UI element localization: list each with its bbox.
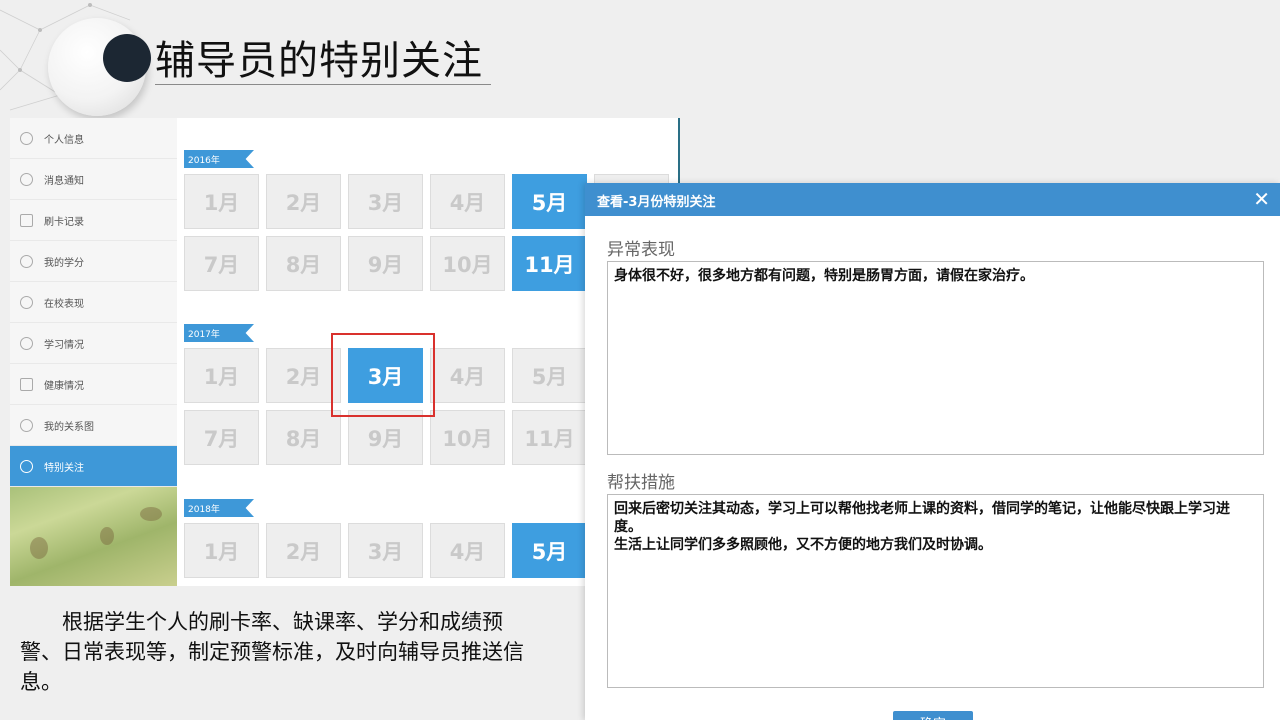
month-2016-11[interactable]: 11月: [512, 236, 587, 291]
month-2017-5[interactable]: 5月: [512, 348, 587, 403]
eye-icon: [20, 295, 33, 309]
book-icon: [20, 336, 33, 350]
abnormal-label: 异常表现: [607, 240, 675, 260]
sidebar-item-credits[interactable]: 我的学分: [10, 241, 177, 282]
assistance-label: 帮扶措施: [607, 473, 675, 493]
sidebar-item-label: 我的学分: [44, 257, 84, 269]
sidebar-item-health[interactable]: 健康情况: [10, 364, 177, 405]
title-underline: [155, 84, 491, 85]
sidebar-item-label: 个人信息: [44, 134, 84, 146]
month-2017-4[interactable]: 4月: [430, 348, 505, 403]
month-2017-10[interactable]: 10月: [430, 410, 505, 465]
month-2018-1[interactable]: 1月: [184, 523, 259, 578]
year-tag-2018: 2018年: [184, 499, 254, 517]
card-icon: [20, 213, 33, 227]
month-2016-5[interactable]: 5月: [512, 174, 587, 229]
sidebar-item-label: 健康情况: [44, 380, 84, 392]
title-dot-decoration: [103, 34, 151, 82]
month-2018-4[interactable]: 4月: [430, 523, 505, 578]
sidebar-item-relations[interactable]: 我的关系图: [10, 405, 177, 446]
year-tag-2017: 2017年: [184, 324, 254, 342]
month-2017-7[interactable]: 7月: [184, 410, 259, 465]
month-2017-2[interactable]: 2月: [266, 348, 341, 403]
sidebar-item-profile[interactable]: 个人信息: [10, 118, 177, 159]
month-2016-10[interactable]: 10月: [430, 236, 505, 291]
health-icon: [20, 377, 33, 391]
heart-icon: [20, 459, 33, 473]
sidebar-item-label: 在校表现: [44, 298, 84, 310]
medal-icon: [20, 254, 33, 268]
month-2017-9[interactable]: 9月: [348, 410, 423, 465]
month-2016-8[interactable]: 8月: [266, 236, 341, 291]
assistance-textarea[interactable]: 回来后密切关注其动态，学习上可以帮他找老师上课的资料，借同学的笔记，让他能尽快跟…: [607, 494, 1264, 688]
year-tag-2016: 2016年: [184, 150, 254, 168]
sidebar-item-study[interactable]: 学习情况: [10, 323, 177, 364]
month-2018-2[interactable]: 2月: [266, 523, 341, 578]
sidebar-item-messages[interactable]: 消息通知: [10, 159, 177, 200]
dialog-title: 查看-3月份特别关注: [597, 195, 716, 210]
month-2018-5[interactable]: 5月: [512, 523, 587, 578]
user-icon: [20, 131, 33, 145]
month-2016-3[interactable]: 3月: [348, 174, 423, 229]
month-2017-11[interactable]: 11月: [512, 410, 587, 465]
people-icon: [20, 418, 33, 432]
month-2016-1[interactable]: 1月: [184, 174, 259, 229]
message-icon: [20, 172, 33, 186]
sidebar-item-label: 特别关注: [44, 462, 84, 474]
sidebar-item-label: 消息通知: [44, 175, 84, 187]
sidebar-item-card-records[interactable]: 刷卡记录: [10, 200, 177, 241]
month-2016-4[interactable]: 4月: [430, 174, 505, 229]
sidebar-item-performance[interactable]: 在校表现: [10, 282, 177, 323]
month-2017-1[interactable]: 1月: [184, 348, 259, 403]
sidebar-item-label: 刷卡记录: [44, 216, 84, 228]
sidebar-item-label: 学习情况: [44, 339, 84, 351]
sidebar-item-special-attention[interactable]: 特别关注: [10, 446, 177, 487]
month-2018-3[interactable]: 3月: [348, 523, 423, 578]
abnormal-textarea[interactable]: 身体很不好，很多地方都有问题，特别是肠胃方面，请假在家治疗。: [607, 261, 1264, 455]
slide-description: 根据学生个人的刷卡率、缺课率、学分和成绩预警、日常表现等，制定预警标准，及时向辅…: [20, 610, 524, 694]
month-2016-2[interactable]: 2月: [266, 174, 341, 229]
slide-title: 辅导员的特别关注: [155, 38, 483, 84]
special-attention-dialog: 查看-3月份特别关注 ✕ 异常表现 身体很不好，很多地方都有问题，特别是肠胃方面…: [585, 183, 1280, 720]
sidebar: 个人信息 消息通知 刷卡记录 我的学分 在校表现 学习情况 健康情况 我的关系图…: [10, 118, 177, 586]
sidebar-item-label: 我的关系图: [44, 421, 94, 433]
highlight-box: [331, 333, 435, 417]
month-2017-8[interactable]: 8月: [266, 410, 341, 465]
month-2016-7[interactable]: 7月: [184, 236, 259, 291]
close-icon[interactable]: ✕: [1253, 187, 1270, 211]
confirm-button[interactable]: 确定: [893, 711, 973, 720]
sidebar-photo: [10, 487, 177, 586]
dialog-header: 查看-3月份特别关注 ✕: [585, 183, 1280, 216]
month-2016-9[interactable]: 9月: [348, 236, 423, 291]
